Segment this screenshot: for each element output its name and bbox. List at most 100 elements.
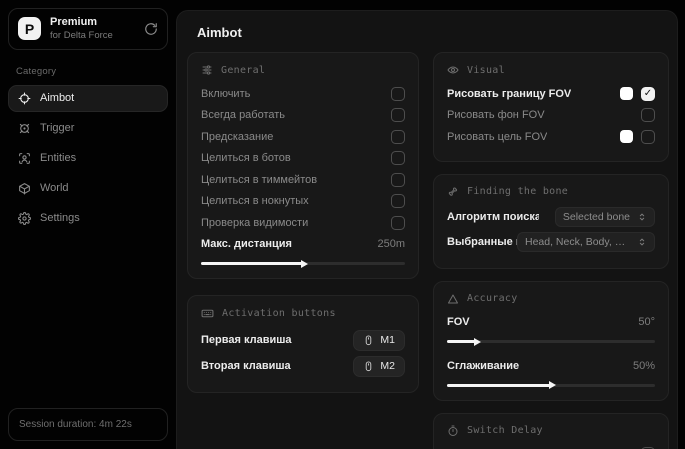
unfold-icon	[637, 237, 647, 247]
accuracy-card: Accuracy FOV 50° Сглаживание 50%	[433, 280, 669, 401]
visual-card: Visual Рисовать границу FOV ✓ Рисовать ф…	[433, 52, 669, 162]
select-label: Выбранные кос	[447, 236, 517, 248]
unfold-icon	[637, 212, 647, 222]
toggle-row-enable: Включить ✓	[201, 83, 405, 105]
sidebar-item-trigger[interactable]: Trigger	[8, 115, 168, 142]
sidebar-item-label: Entities	[40, 152, 77, 165]
checkbox[interactable]: ✓	[391, 129, 405, 144]
checkbox[interactable]: ✓	[641, 108, 655, 123]
brand-logo: P	[18, 17, 41, 41]
keybind-value: M1	[380, 334, 395, 346]
activation-buttons-card: Activation buttons Первая клавиша M1 Вто…	[187, 295, 419, 393]
stopwatch-icon	[447, 425, 459, 437]
visual-card-title: Visual	[447, 64, 655, 76]
color-swatch[interactable]	[620, 87, 633, 101]
keybind-label: Первая клавиша	[201, 334, 292, 346]
select-value: Head, Neck, Body, Pe...	[525, 236, 630, 248]
visual-label: Рисовать границу FOV	[447, 87, 572, 100]
activation-card-title: Activation buttons	[201, 307, 405, 320]
first-key-button[interactable]: M1	[353, 329, 405, 351]
slider-label: Сглаживание	[447, 359, 520, 372]
checkbox[interactable]: ✓	[641, 129, 655, 144]
general-card: General Включить ✓ Всегда работать ✓ Пре…	[187, 52, 419, 279]
toggle-label: Проверка видимости	[201, 216, 309, 229]
bone-card-title: Finding the bone	[447, 186, 655, 198]
max-distance-row: Макс. дистанция 250m	[201, 234, 405, 256]
category-label: Category	[16, 65, 57, 77]
draw-fov-background-row: Рисовать фон FOV ✓	[447, 105, 655, 127]
sidebar-item-label: World	[40, 182, 69, 195]
checkbox[interactable]: ✓	[391, 151, 405, 166]
toggle-row-aim-knocked: Целиться в нокнутых ✓	[201, 191, 405, 213]
select-value: Selected bone	[562, 211, 630, 223]
sidebar-item-aimbot[interactable]: Aimbot	[8, 84, 168, 112]
toggle-label: Целиться в тиммейтов	[201, 173, 318, 186]
bone-algorithm-select[interactable]: Selected bone	[554, 207, 655, 227]
first-key-row: Первая клавиша M1	[201, 327, 405, 353]
selected-bones-row: Выбранные кос Head, Neck, Body, Pe...	[447, 230, 655, 255]
checkbox[interactable]: ✓	[391, 172, 405, 187]
toggle-row-visibility-check: Проверка видимости ✓	[201, 212, 405, 234]
smoothing-row: Сглаживание 50%	[447, 355, 655, 377]
general-card-title: General	[201, 64, 405, 76]
bone-algorithm-row: Алгоритм поиска кост Selected bone	[447, 205, 655, 230]
max-distance-slider[interactable]	[201, 259, 405, 268]
visual-label: Рисовать фон FOV	[447, 109, 545, 122]
sidebar-item-label: Settings	[40, 212, 80, 225]
session-duration-text: Session duration: 4m 22s	[19, 419, 132, 430]
sidebar-nav: Aimbot Trigger Entities World Settings	[8, 84, 168, 232]
toggle-label: Всегда работать	[201, 109, 286, 122]
sidebar-item-label: Trigger	[40, 122, 75, 135]
gear-icon	[18, 211, 31, 225]
checkbox[interactable]: ✓	[391, 215, 405, 230]
toggle-row-aim-bots: Целиться в ботов ✓	[201, 148, 405, 170]
slider-label: Макс. дистанция	[201, 238, 292, 251]
sidebar-item-settings[interactable]: Settings	[8, 205, 168, 232]
slider-value: 50%	[632, 359, 655, 372]
second-key-button[interactable]: M2	[353, 355, 405, 377]
page-title: Aimbot	[197, 25, 242, 40]
world-icon	[18, 182, 31, 195]
checkbox[interactable]: ✓	[641, 86, 655, 101]
keybind-label: Вторая клавиша	[201, 360, 291, 372]
keyboard-icon	[201, 307, 214, 320]
brand-box: P Premium for Delta Force	[8, 8, 168, 50]
selected-bones-select[interactable]: Head, Neck, Body, Pe...	[517, 232, 655, 252]
bone-icon	[447, 186, 459, 198]
sync-icon[interactable]	[144, 22, 158, 36]
finding-bone-card: Finding the bone Алгоритм поиска кост Se…	[433, 173, 669, 269]
brand-subtitle: for Delta Force	[50, 29, 113, 41]
accuracy-card-title: Accuracy	[447, 293, 655, 305]
visual-label: Рисовать цель FOV	[447, 130, 548, 143]
app-window: P Premium for Delta Force Category Aimbo…	[0, 0, 685, 449]
fov-row: FOV 50°	[447, 312, 655, 334]
sidebar-item-label: Aimbot	[40, 92, 75, 105]
entities-icon	[18, 152, 31, 165]
toggle-row-always-work: Всегда работать ✓	[201, 105, 405, 127]
triangle-icon	[447, 293, 459, 305]
checkbox[interactable]: ✓	[391, 86, 405, 101]
color-swatch[interactable]	[620, 130, 633, 144]
slider-label: FOV	[447, 316, 470, 329]
select-label: Алгоритм поиска кост	[447, 211, 539, 223]
checkbox[interactable]: ✓	[391, 108, 405, 123]
sidebar-item-entities[interactable]: Entities	[8, 145, 168, 172]
sidebar-item-world[interactable]: World	[8, 175, 168, 202]
mouse-icon	[363, 360, 374, 372]
brand-title: Premium	[50, 16, 98, 28]
toggle-label: Предсказание	[201, 130, 274, 143]
sidebar: P Premium for Delta Force Category Aimbo…	[0, 0, 176, 449]
second-key-row: Вторая клавиша M2	[201, 353, 405, 379]
slider-value: 50°	[638, 316, 655, 329]
switch-delay-toggle-row: Задержка переключения ✓	[447, 444, 655, 449]
toggle-label: Целиться в нокнутых	[201, 195, 309, 208]
toggle-label: Целиться в ботов	[201, 152, 291, 165]
toggle-row-prediction: Предсказание ✓	[201, 126, 405, 148]
draw-fov-target-row: Рисовать цель FOV ✓	[447, 126, 655, 148]
toggle-label: Включить	[201, 87, 251, 100]
fov-slider[interactable]	[447, 337, 655, 346]
smoothing-slider[interactable]	[447, 381, 655, 389]
keybind-value: M2	[380, 360, 395, 372]
checkbox[interactable]: ✓	[391, 194, 405, 209]
draw-fov-border-row: Рисовать границу FOV ✓	[447, 83, 655, 105]
